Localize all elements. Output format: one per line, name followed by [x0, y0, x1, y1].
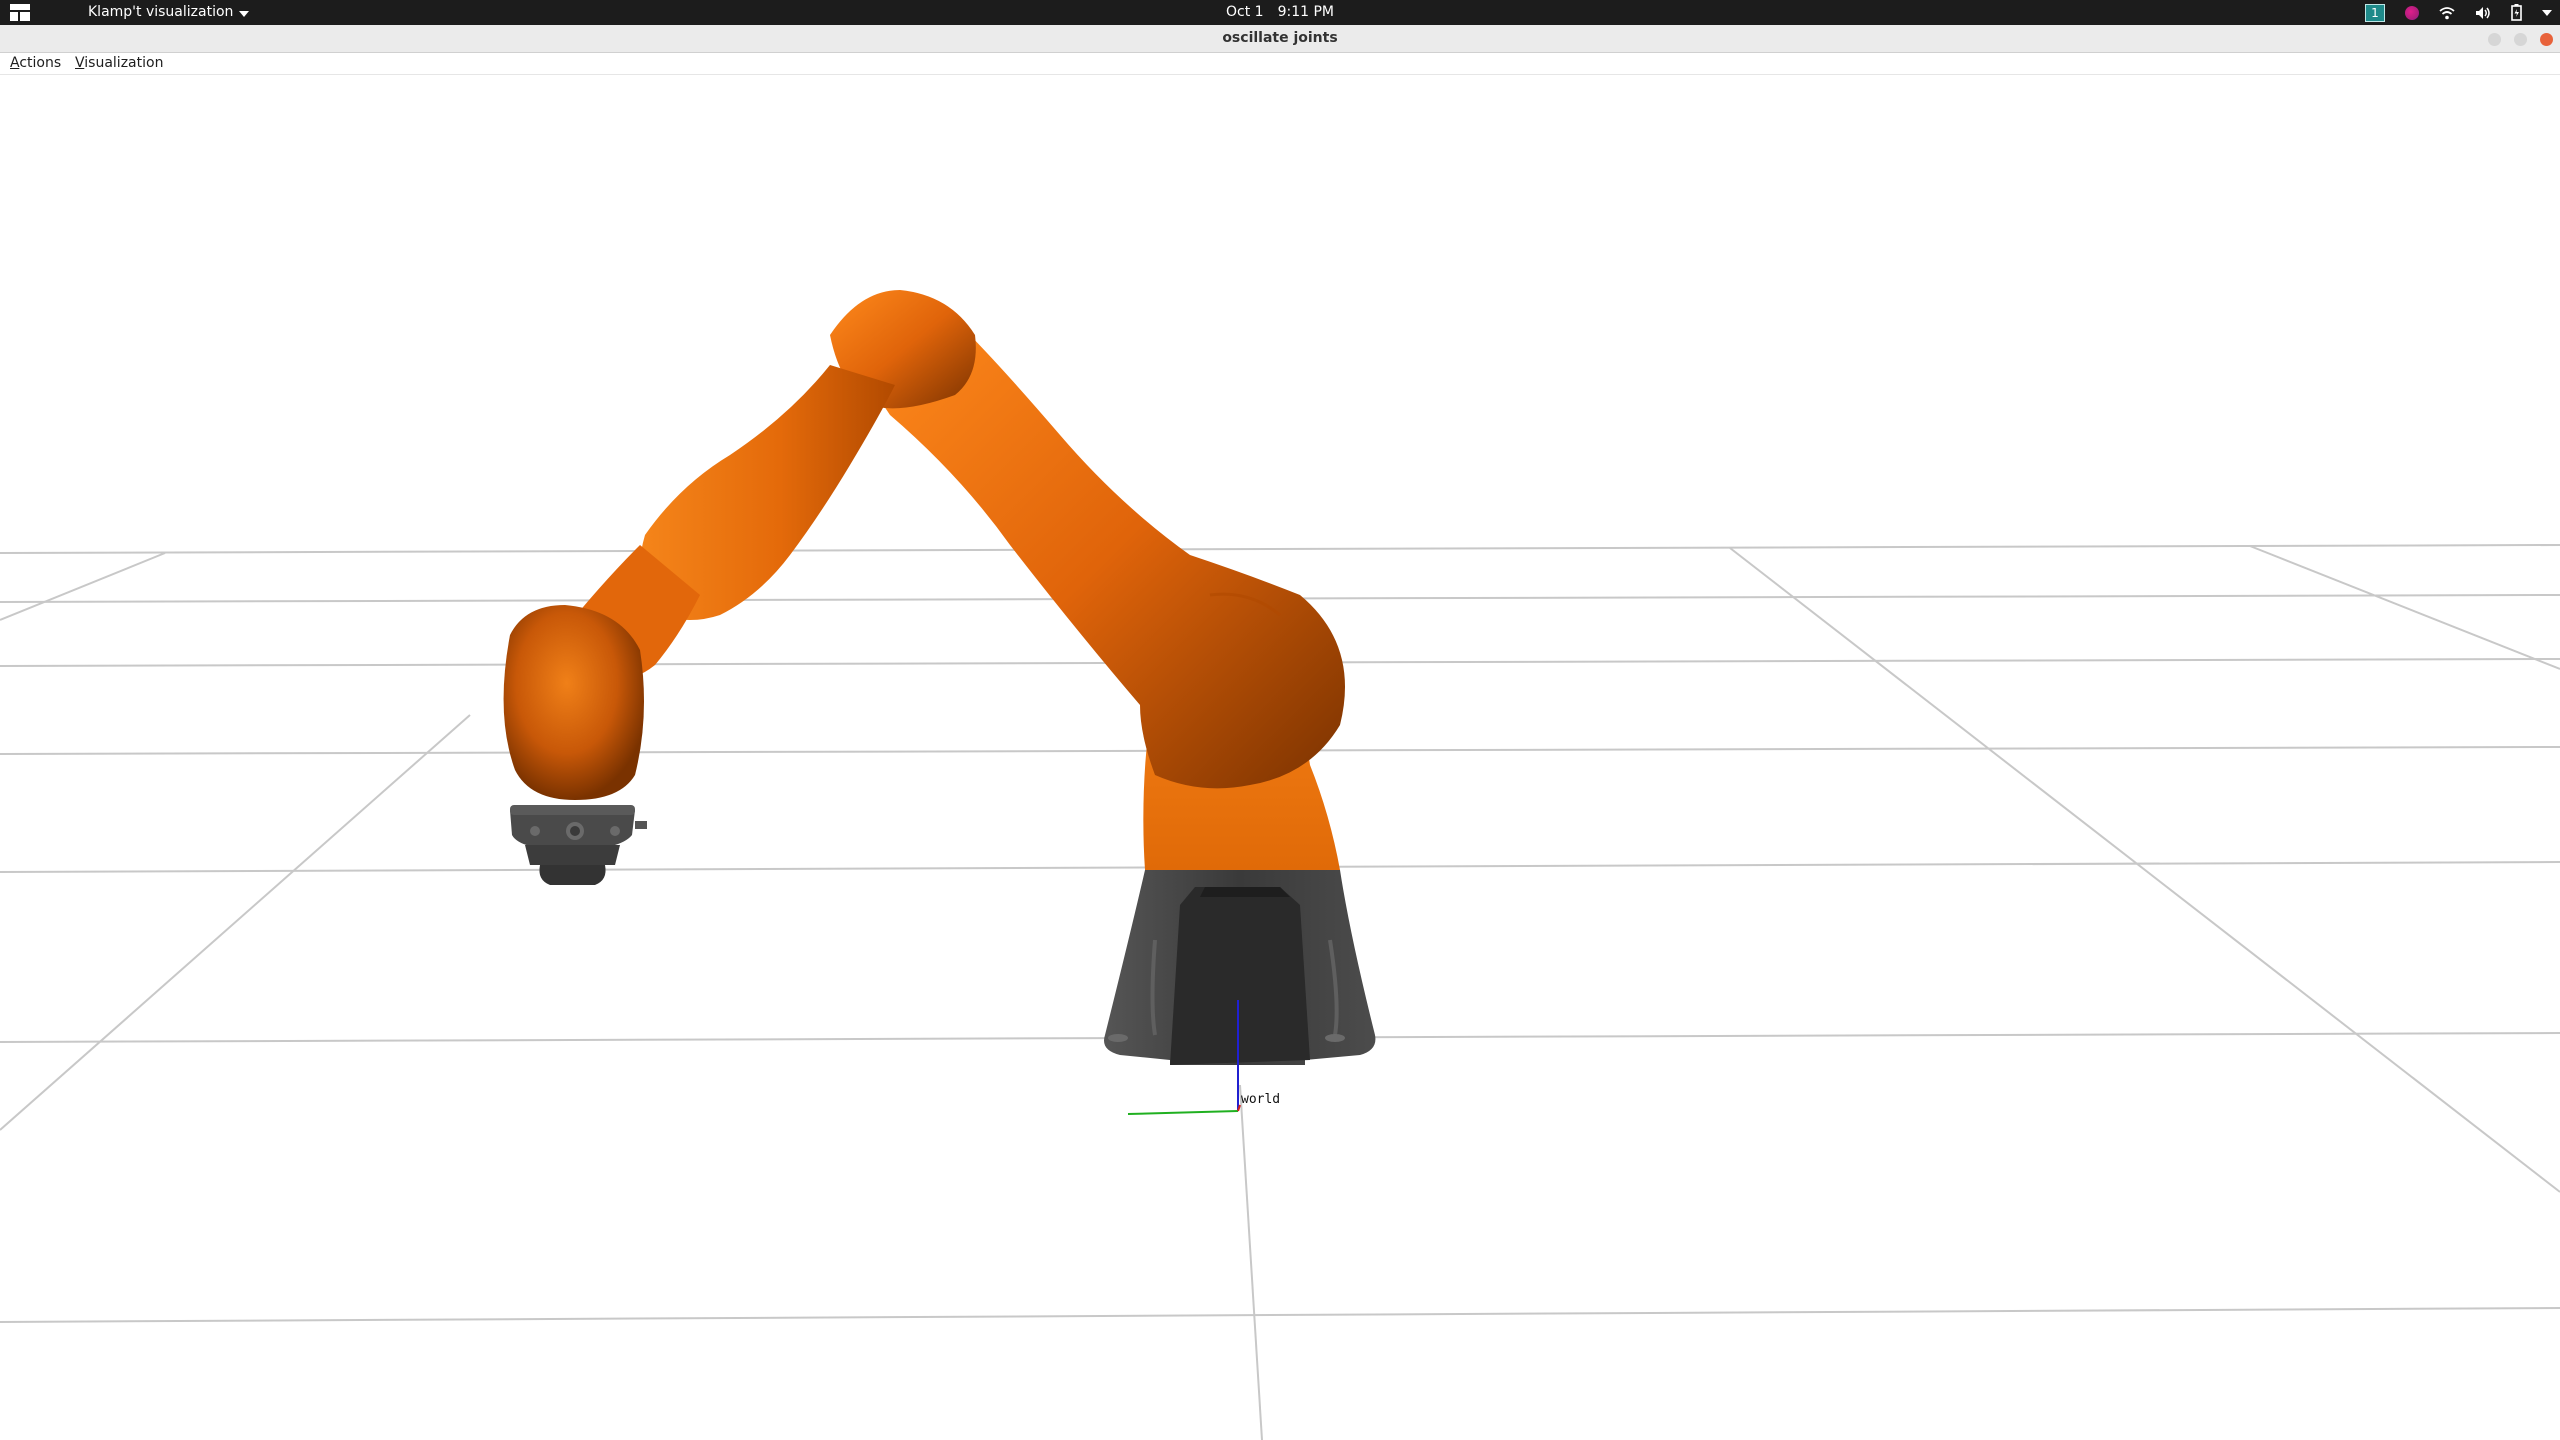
- window-title: oscillate joints: [1222, 30, 1338, 46]
- robot-wrist: [503, 605, 644, 800]
- activities-icon[interactable]: [10, 4, 30, 21]
- robot-base: [1104, 870, 1376, 1065]
- scene-canvas: [0, 290, 2560, 1440]
- minimize-button[interactable]: [2488, 33, 2501, 46]
- menu-visualization[interactable]: Visualization: [75, 53, 163, 74]
- clock: Oct 1 9:11 PM: [0, 0, 2560, 25]
- clock-date[interactable]: Oct 1: [1226, 4, 1264, 20]
- app-menu[interactable]: Klamp't visualization: [88, 0, 250, 25]
- window-titlebar[interactable]: oscillate joints: [0, 25, 2560, 53]
- close-button[interactable]: [2540, 33, 2553, 46]
- menubar: Actions Visualization: [0, 53, 2560, 75]
- battery-icon[interactable]: [2511, 4, 2522, 21]
- maximize-button[interactable]: [2514, 33, 2527, 46]
- system-menu-chevron-icon[interactable]: [2542, 9, 2552, 17]
- workspace-indicator[interactable]: 1: [2365, 3, 2385, 22]
- clock-time[interactable]: 9:11 PM: [1278, 4, 1334, 20]
- system-tray: 1: [2365, 0, 2552, 25]
- top-panel: Klamp't visualization Oct 1 9:11 PM 1: [0, 0, 2560, 25]
- chevron-down-icon: [239, 10, 250, 17]
- world-frame-label: world: [1241, 1092, 1281, 1107]
- slack-icon[interactable]: [2405, 5, 2419, 20]
- wifi-icon[interactable]: [2439, 6, 2455, 20]
- robot-flange: [510, 805, 647, 885]
- volume-icon[interactable]: [2475, 6, 2491, 20]
- menu-actions[interactable]: Actions: [10, 53, 61, 74]
- app-menu-label: Klamp't visualization: [88, 4, 234, 20]
- 3d-viewport[interactable]: world: [0, 75, 2560, 1440]
